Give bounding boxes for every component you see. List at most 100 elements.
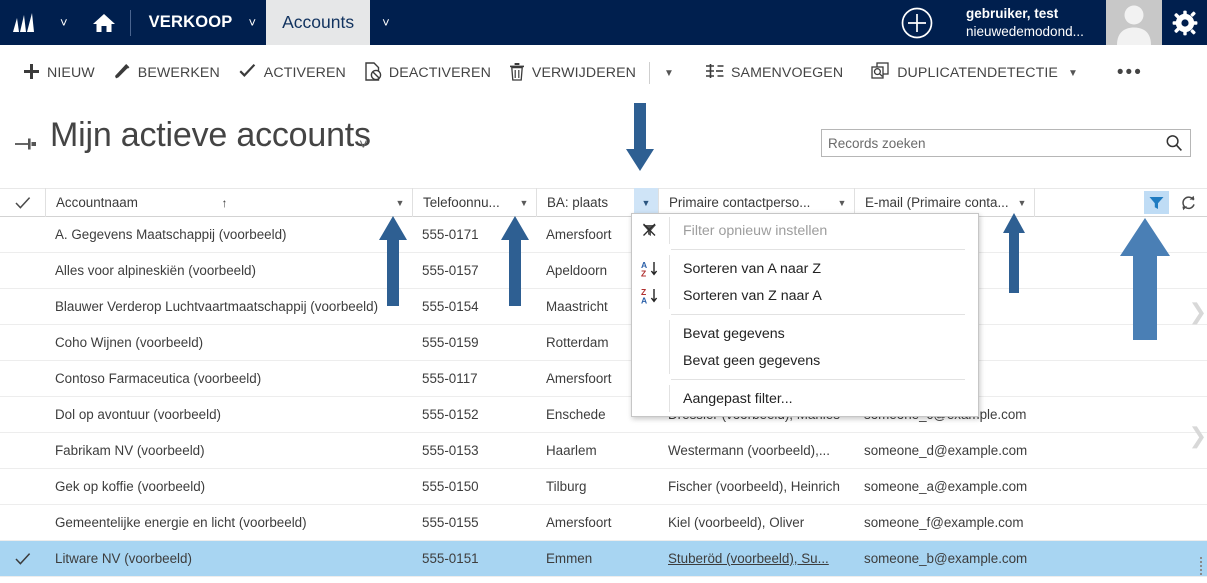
menu-item-bevat-geen-gegevens[interactable]: Bevat geen gegevens — [632, 347, 978, 374]
row-checkbox[interactable] — [0, 433, 45, 469]
menu-item-bevat-gegevens[interactable]: Bevat gegevens — [632, 320, 978, 347]
more-commands-button[interactable]: ••• — [1103, 53, 1157, 93]
refresh-icon[interactable] — [1175, 191, 1201, 214]
cell-name[interactable]: Blauwer Verderop Luchtvaartmaatschappij … — [45, 289, 412, 325]
table-row[interactable]: Blauwer Verderop Luchtvaartmaatschappij … — [0, 289, 1207, 325]
menu-divider-3 — [671, 379, 965, 380]
logo-chevron-down-icon[interactable]: ˅ — [50, 0, 78, 45]
home-icon[interactable] — [78, 0, 130, 45]
arrow-up-filter-button — [1120, 218, 1170, 340]
cell-name[interactable]: Contoso Farmaceutica (voorbeeld) — [45, 361, 412, 397]
user-info[interactable]: gebruiker, test nieuwedemodond... — [956, 0, 1106, 45]
pencil-icon — [113, 62, 131, 84]
search-icon[interactable] — [1161, 134, 1190, 152]
column-dropdown-telefoonnummer[interactable]: ▼ — [512, 188, 536, 217]
table-row[interactable]: Gek op koffie (voorbeeld) 555-0150 Tilburg… — [0, 469, 1207, 505]
table-row[interactable]: Coho Wijnen (voorbeeld) 555-0159 Rotterdam… — [0, 325, 1207, 361]
cell-email[interactable]: someone_d@example.com — [854, 433, 1034, 469]
cell-name[interactable]: Gemeentelijke energie en licht (voorbeel… — [45, 505, 412, 541]
delete-button[interactable]: VERWIJDEREN — [500, 53, 645, 93]
row-checkbox[interactable] — [0, 361, 45, 397]
cell-contact[interactable]: Stuberöd (voorbeeld), Su... — [658, 541, 854, 577]
cell-city[interactable]: Tilburg — [536, 469, 658, 505]
cell-phone[interactable]: 555-0159 — [412, 325, 536, 361]
cell-phone[interactable]: 555-0151 — [412, 541, 536, 577]
select-all-checkbox[interactable] — [0, 188, 45, 217]
cell-email[interactable]: someone_a@example.com — [854, 469, 1034, 505]
dynamics-logo-icon[interactable] — [0, 0, 50, 45]
nav-area-chevron-down-icon[interactable]: ˅ — [239, 0, 267, 45]
row-checkbox[interactable] — [0, 253, 45, 289]
new-button[interactable]: NIEUW — [14, 53, 104, 93]
cell-contact[interactable]: Fischer (voorbeeld), Heinrich — [658, 469, 854, 505]
cell-city[interactable]: Haarlem — [536, 433, 658, 469]
search-records-box[interactable] — [821, 129, 1191, 157]
row-checkbox[interactable] — [0, 217, 45, 253]
menu-item-sort-z-a[interactable]: Z A Sorteren van Z naar A — [632, 282, 978, 309]
row-checkbox[interactable] — [0, 289, 45, 325]
duplicate-chevron-down-icon[interactable]: ▼ — [1068, 68, 1078, 79]
cell-name[interactable]: Gek op koffie (voorbeeld) — [45, 469, 412, 505]
resize-grip-handle[interactable] — [1200, 557, 1204, 575]
duplicate-detection-button[interactable]: DUPLICATENDETECTIE ▼ — [862, 53, 1087, 93]
menu-item-filter-opnieuw-instellen[interactable]: Filter opnieuw instellen — [632, 217, 978, 244]
search-input[interactable] — [822, 130, 1161, 156]
cell-contact[interactable]: Westermann (voorbeeld),... — [658, 433, 854, 469]
cell-email[interactable]: someone_b@example.com — [854, 541, 1034, 577]
row-checkbox[interactable] — [0, 505, 45, 541]
gear-icon[interactable] — [1162, 0, 1207, 45]
menu-item-aangepast-filter[interactable]: Aangepast filter... — [632, 385, 978, 412]
quick-create-plus-circle-icon[interactable] — [878, 0, 956, 45]
edit-button-label: BEWERKEN — [137, 65, 220, 81]
view-selector-chevron-down-icon[interactable]: ˅ — [359, 136, 368, 153]
cell-phone[interactable]: 555-0152 — [412, 397, 536, 433]
column-dropdown-accountnaam[interactable]: ▼ — [388, 188, 412, 217]
cell-phone[interactable]: 555-0150 — [412, 469, 536, 505]
row-selected-checkmark-icon[interactable] — [0, 541, 45, 577]
cell-name[interactable]: A. Gegevens Maatschappij (voorbeeld) — [45, 217, 412, 253]
column-header-ba-plaats-label: BA: plaats — [547, 195, 609, 210]
cell-phone[interactable]: 555-0153 — [412, 433, 536, 469]
top-navigation-bar: ˅ VERKOOP ˅ Accounts ˅ gebruiker, test n… — [0, 0, 1207, 45]
cell-spacer — [1034, 361, 1207, 397]
cell-name[interactable]: Alles voor alpineskiën (voorbeeld) — [45, 253, 412, 289]
table-row[interactable]: Litware NV (voorbeeld) 555-0151 Emmen Stube… — [0, 541, 1207, 577]
cell-spacer — [1034, 397, 1207, 433]
cell-name[interactable]: Litware NV (voorbeeld) — [45, 541, 412, 577]
table-row[interactable]: Contoso Farmaceutica (voorbeeld) 555-0117… — [0, 361, 1207, 397]
cell-name[interactable]: Coho Wijnen (voorbeeld) — [45, 325, 412, 361]
table-row[interactable]: Gemeentelijke energie en licht (voorbeel… — [0, 505, 1207, 541]
column-header-telefoonnummer[interactable]: Telefoonnu... ▼ — [412, 188, 536, 217]
tab-chevron-down-icon[interactable]: ˅ — [370, 0, 402, 45]
row-checkbox[interactable] — [0, 469, 45, 505]
column-header-accountnaam-label: Accountnaam — [56, 195, 138, 210]
arrow-down-ba-plaats-dropdown — [626, 103, 654, 171]
activate-button[interactable]: ACTIVEREN — [229, 53, 355, 93]
pin-icon[interactable] — [14, 136, 38, 157]
menu-item-sort-a-z[interactable]: A Z Sorteren van A naar Z — [632, 255, 978, 282]
cell-city[interactable]: Amersfoort — [536, 505, 658, 541]
scroll-right-chevron-icon[interactable]: ❯ — [1189, 300, 1207, 325]
cell-email[interactable]: someone_f@example.com — [854, 505, 1034, 541]
cell-spacer — [1034, 433, 1207, 469]
user-avatar-icon[interactable] — [1106, 0, 1162, 45]
cell-name[interactable]: Fabrikam NV (voorbeeld) — [45, 433, 412, 469]
row-checkbox[interactable] — [0, 325, 45, 361]
table-row[interactable]: Dol op avontuur (voorbeeld) 555-0152 Ensch… — [0, 397, 1207, 433]
overflow-chevron-down-icon[interactable]: ▼ — [654, 53, 684, 93]
edit-button[interactable]: BEWERKEN — [104, 53, 229, 93]
scroll-right-chevron-icon-2[interactable]: ❯ — [1189, 424, 1207, 449]
funnel-icon[interactable] — [1144, 191, 1169, 214]
tab-accounts[interactable]: Accounts — [266, 0, 371, 45]
nav-area-verkoop[interactable]: VERKOOP — [131, 0, 239, 45]
deactivate-button[interactable]: DEACTIVEREN — [355, 53, 500, 93]
cell-name[interactable]: Dol op avontuur (voorbeeld) — [45, 397, 412, 433]
column-header-accountnaam[interactable]: Accountnaam ↑ ▼ — [45, 188, 412, 217]
merge-button[interactable]: SAMENVOEGEN — [696, 53, 852, 93]
cell-contact[interactable]: Kiel (voorbeeld), Oliver — [658, 505, 854, 541]
row-checkbox[interactable] — [0, 397, 45, 433]
cell-phone[interactable]: 555-0155 — [412, 505, 536, 541]
cell-phone[interactable]: 555-0117 — [412, 361, 536, 397]
cell-city[interactable]: Emmen — [536, 541, 658, 577]
table-row[interactable]: Fabrikam NV (voorbeeld) 555-0153 Haarlem We… — [0, 433, 1207, 469]
